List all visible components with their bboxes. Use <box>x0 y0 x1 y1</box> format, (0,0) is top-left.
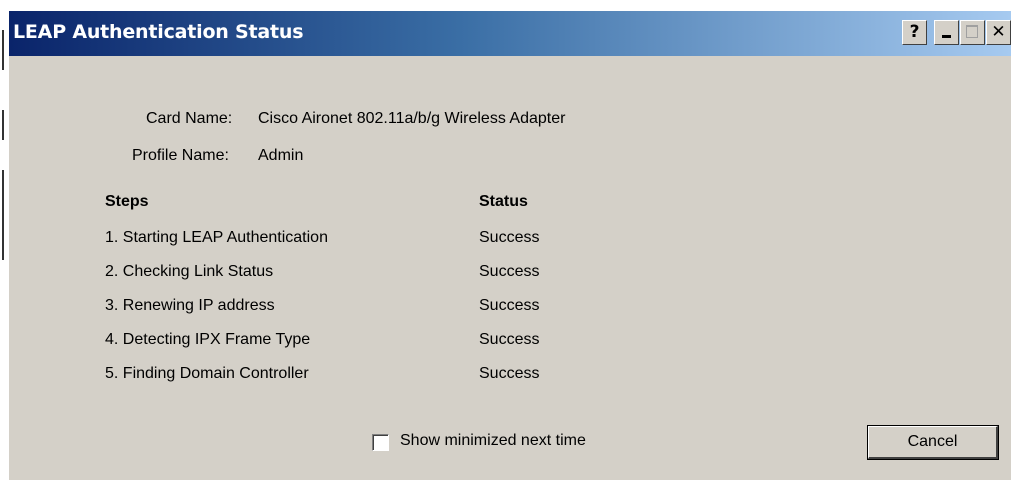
show-minimized-checkbox[interactable] <box>372 434 389 451</box>
close-button[interactable]: ✕ <box>986 20 1011 45</box>
table-row: 4. Detecting IPX Frame Type Success <box>9 331 1009 357</box>
status-text: Success <box>479 331 540 348</box>
maximize-icon <box>966 25 978 38</box>
step-text: 2. Checking Link Status <box>105 263 274 280</box>
card-name-value: Cisco Aironet 802.11a/b/g Wireless Adapt… <box>258 110 566 127</box>
table-row: 1. Starting LEAP Authentication Success <box>9 229 1009 255</box>
profile-name-value: Admin <box>258 147 304 164</box>
leap-status-dialog: LEAP Authentication Status ? ✕ Card Name… <box>8 10 1011 480</box>
profile-name-label: Profile Name: <box>132 147 229 164</box>
step-text: 5. Finding Domain Controller <box>105 365 309 382</box>
table-row: 3. Renewing IP address Success <box>9 297 1009 323</box>
edge-mark <box>2 30 4 70</box>
minimize-button[interactable] <box>934 20 959 45</box>
help-button[interactable]: ? <box>902 20 927 45</box>
status-text: Success <box>479 365 540 382</box>
cancel-button[interactable]: Cancel <box>867 425 999 460</box>
table-row: 2. Checking Link Status Success <box>9 263 1009 289</box>
table-row: 5. Finding Domain Controller Success <box>9 365 1009 391</box>
title-bar[interactable]: LEAP Authentication Status ? ✕ <box>9 11 1011 56</box>
edge-mark <box>2 170 4 260</box>
step-text: 3. Renewing IP address <box>105 297 275 314</box>
status-text: Success <box>479 297 540 314</box>
edge-mark <box>2 110 4 140</box>
status-column-header: Status <box>479 193 528 210</box>
close-icon: ✕ <box>991 22 1006 42</box>
card-name-label: Card Name: <box>146 110 233 127</box>
show-minimized-label[interactable]: Show minimized next time <box>400 432 586 450</box>
help-icon: ? <box>909 22 920 42</box>
steps-column-header: Steps <box>105 193 149 210</box>
window-title: LEAP Authentication Status <box>13 21 304 43</box>
step-text: 1. Starting LEAP Authentication <box>105 229 328 246</box>
step-text: 4. Detecting IPX Frame Type <box>105 331 311 348</box>
status-text: Success <box>479 263 540 280</box>
minimize-icon <box>942 35 951 38</box>
maximize-button <box>960 20 985 45</box>
window-shadow-edge <box>0 0 8 480</box>
status-text: Success <box>479 229 540 246</box>
